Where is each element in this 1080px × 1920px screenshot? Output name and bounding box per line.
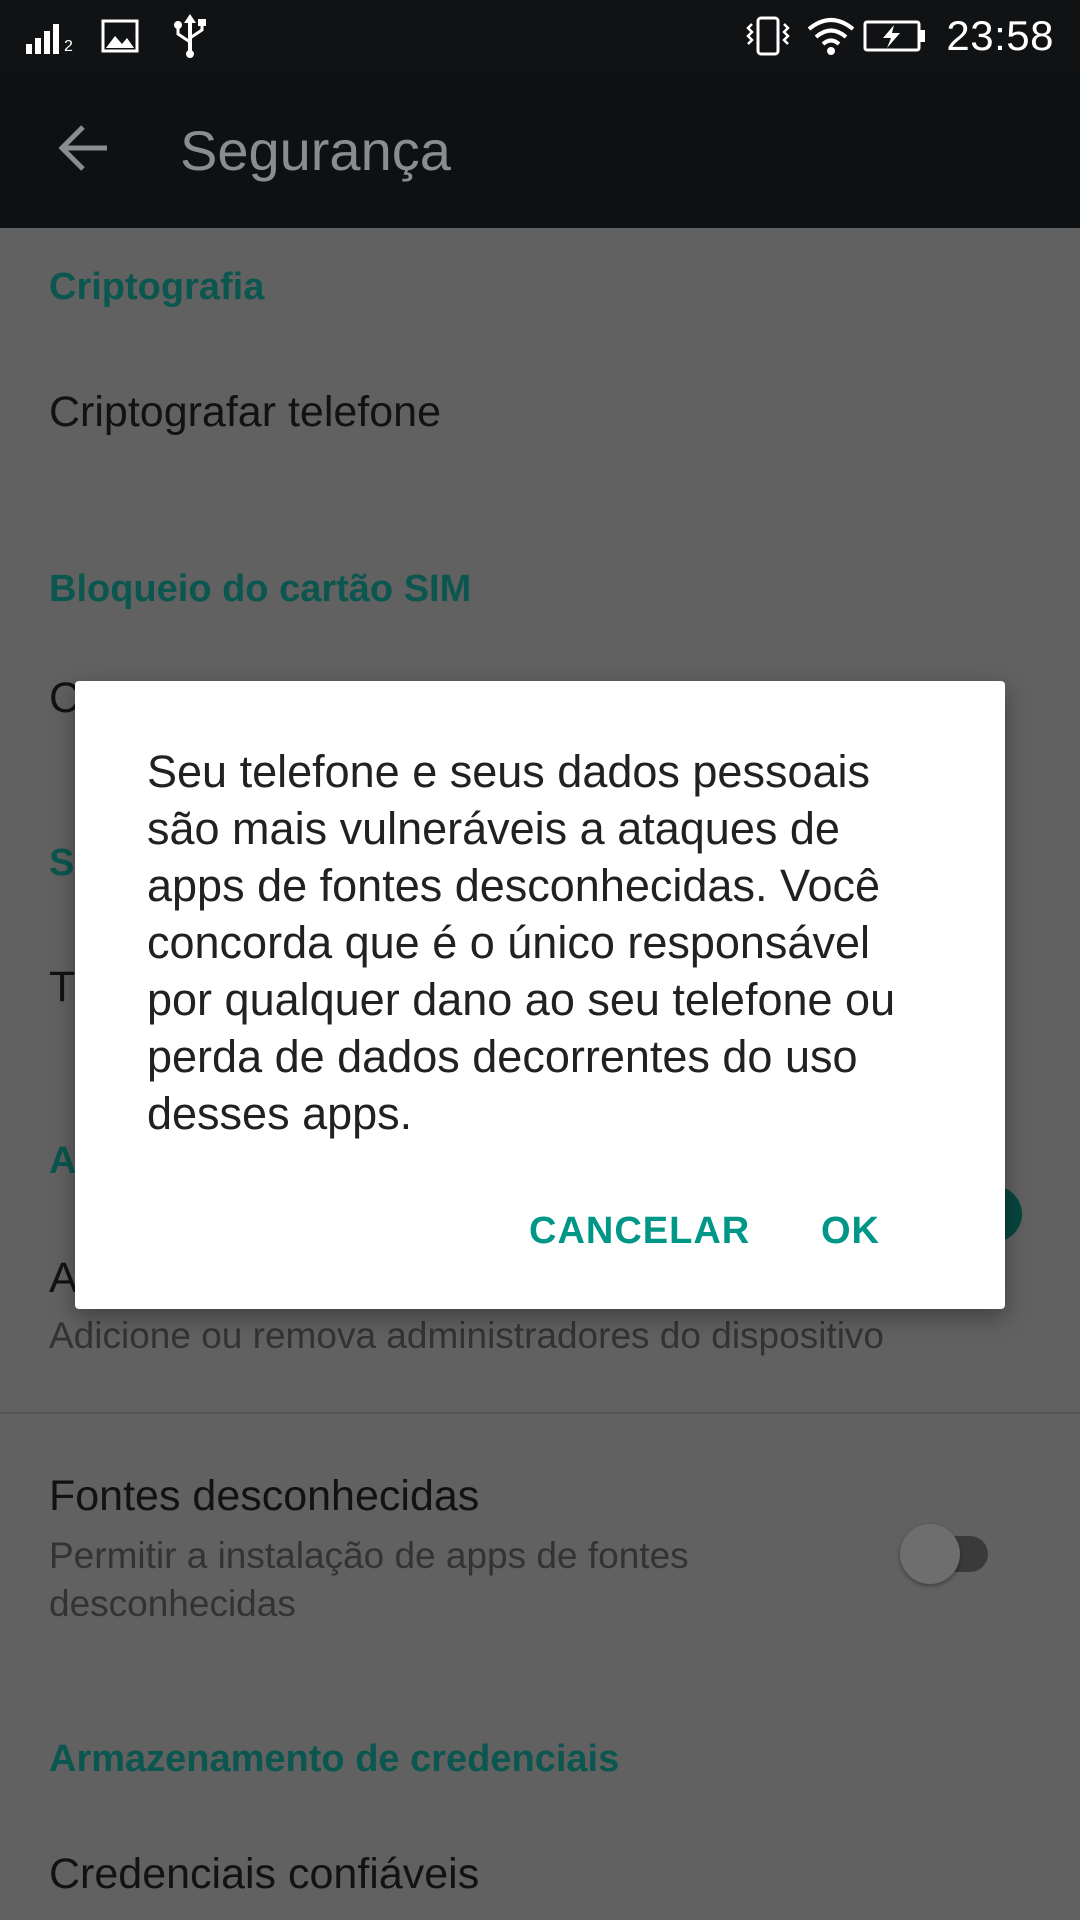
cancel-button[interactable]: CANCELAR (509, 1193, 770, 1269)
section-header-partial-s: S (49, 842, 75, 884)
ok-button[interactable]: OK (801, 1193, 900, 1269)
pref-trusted-credentials[interactable]: Credenciais confiáveis (49, 1850, 479, 1899)
pref-device-admin-summary: Adicione ou remova administradores do di… (49, 1315, 884, 1356)
unknown-sources-switch[interactable] (900, 1518, 1000, 1584)
switch-thumb (900, 1524, 960, 1584)
pref-unknown-sources-title[interactable]: Fontes desconhecidas (49, 1472, 479, 1521)
app-toolbar: Segurança (0, 72, 1080, 228)
section-header-partial-a: A (49, 1140, 77, 1182)
signal-sub-label: 2 (64, 38, 73, 55)
pref-encrypt-phone[interactable]: Criptografar telefone (49, 388, 441, 437)
usb-icon (168, 12, 212, 60)
status-time: 23:58 (946, 12, 1054, 59)
vibrate-icon (742, 12, 794, 60)
page-title: Segurança (180, 119, 451, 182)
divider (0, 1412, 1080, 1414)
dialog-message: Seu telefone e seus dados pessoais são m… (147, 746, 896, 1139)
section-header-credentials: Armazenamento de credenciais (49, 1738, 620, 1780)
arrow-back-icon (57, 123, 111, 178)
signal-icon: 2 (24, 12, 78, 60)
section-header-criptografia: Criptografia (49, 266, 265, 308)
back-button[interactable] (40, 112, 128, 188)
status-bar: 2 23:58 (0, 0, 1080, 72)
wifi-icon (806, 12, 856, 60)
battery-charging-icon (862, 12, 928, 60)
section-header-sim-lock: Bloqueio do cartão SIM (49, 568, 472, 610)
warning-dialog: Seu telefone e seus dados pessoais são m… (75, 681, 1005, 1309)
image-icon (100, 12, 140, 60)
pref-partial-t[interactable]: T (49, 963, 75, 1012)
pref-device-admin-partial[interactable]: A (49, 1254, 78, 1303)
pref-unknown-sources-summary: Permitir a instalação de apps de fontes … (49, 1535, 689, 1624)
